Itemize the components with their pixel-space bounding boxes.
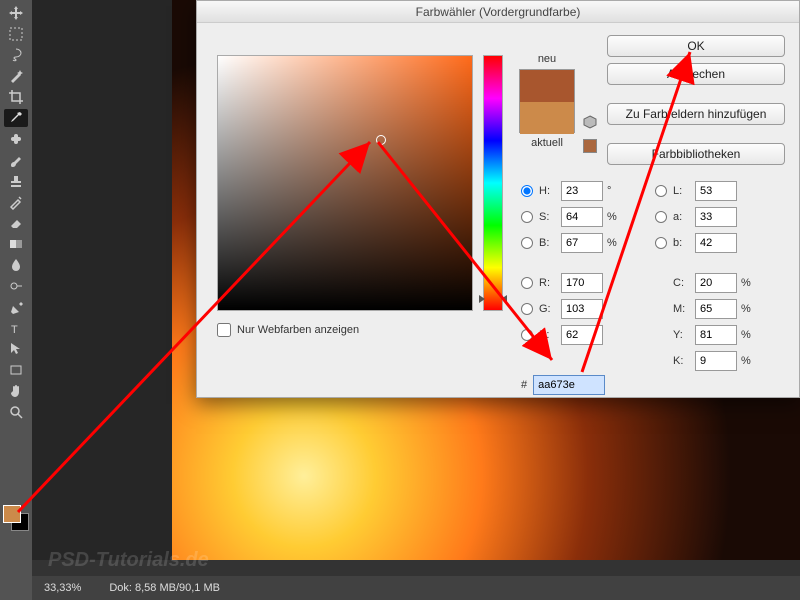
s-radio[interactable] bbox=[521, 211, 533, 223]
color-libraries-button[interactable]: Farbbibliotheken bbox=[607, 143, 785, 165]
dodge-tool[interactable] bbox=[4, 277, 28, 295]
r-radio[interactable] bbox=[521, 277, 533, 289]
lasso-tool[interactable] bbox=[4, 46, 28, 64]
status-bar: 33,33% Dok: 8,58 MB/90,1 MB bbox=[32, 576, 800, 600]
type-tool[interactable]: T bbox=[4, 319, 28, 337]
h-input[interactable] bbox=[561, 181, 603, 201]
cancel-button[interactable]: Abbrechen bbox=[607, 63, 785, 85]
lab-b-radio[interactable] bbox=[655, 237, 667, 249]
color-field[interactable] bbox=[217, 55, 473, 311]
new-label: neu bbox=[519, 53, 575, 65]
eraser-tool[interactable] bbox=[4, 214, 28, 232]
hex-label: # bbox=[521, 379, 527, 391]
color-picker-dialog: Farbwähler (Vordergrundfarbe) Nur Webfar… bbox=[196, 0, 800, 398]
gradient-tool[interactable] bbox=[4, 235, 28, 253]
s-input[interactable] bbox=[561, 207, 603, 227]
new-color-swatch bbox=[520, 70, 574, 102]
wand-tool[interactable] bbox=[4, 67, 28, 85]
brightness-input[interactable] bbox=[561, 233, 603, 253]
m-input[interactable] bbox=[695, 299, 737, 319]
zoom-level[interactable]: 33,33% bbox=[44, 582, 81, 594]
y-input[interactable] bbox=[695, 325, 737, 345]
hsb-rgb-inputs: H:° S:% B:% R: G: B: bbox=[521, 181, 623, 345]
zoom-tool[interactable] bbox=[4, 403, 28, 421]
lab-cmyk-inputs: L: a: b: C:% M:% Y:% K:% bbox=[655, 181, 757, 371]
brush-tool[interactable] bbox=[4, 151, 28, 169]
ok-button[interactable]: OK bbox=[607, 35, 785, 57]
foreground-swatch[interactable] bbox=[3, 505, 21, 523]
color-swatches[interactable] bbox=[3, 505, 29, 531]
shape-tool[interactable] bbox=[4, 361, 28, 379]
k-input[interactable] bbox=[695, 351, 737, 371]
stamp-tool[interactable] bbox=[4, 172, 28, 190]
g-radio[interactable] bbox=[521, 303, 533, 315]
web-colors-checkbox[interactable] bbox=[217, 323, 231, 337]
gamut-warning-icon[interactable] bbox=[583, 115, 597, 132]
move-tool[interactable] bbox=[4, 4, 28, 22]
g-input[interactable] bbox=[561, 299, 603, 319]
svg-text:T: T bbox=[11, 324, 18, 336]
color-picker-cursor[interactable] bbox=[376, 135, 386, 145]
blue-input[interactable] bbox=[561, 325, 603, 345]
blur-tool[interactable] bbox=[4, 256, 28, 274]
dialog-title: Farbwähler (Vordergrundfarbe) bbox=[197, 1, 799, 23]
blue-radio[interactable] bbox=[521, 329, 533, 341]
eyedropper-tool[interactable] bbox=[4, 109, 28, 127]
l-input[interactable] bbox=[695, 181, 737, 201]
hue-slider[interactable] bbox=[483, 55, 503, 311]
h-radio[interactable] bbox=[521, 185, 533, 197]
web-colors-label: Nur Webfarben anzeigen bbox=[237, 324, 359, 336]
doc-size: Dok: 8,58 MB/90,1 MB bbox=[109, 582, 220, 594]
l-radio[interactable] bbox=[655, 185, 667, 197]
crop-tool[interactable] bbox=[4, 88, 28, 106]
hex-input[interactable] bbox=[533, 375, 605, 395]
a-input[interactable] bbox=[695, 207, 737, 227]
c-input[interactable] bbox=[695, 273, 737, 293]
lab-b-input[interactable] bbox=[695, 233, 737, 253]
hand-tool[interactable] bbox=[4, 382, 28, 400]
add-swatch-button[interactable]: Zu Farbfeldern hinzufügen bbox=[607, 103, 785, 125]
pen-tool[interactable] bbox=[4, 298, 28, 316]
heal-tool[interactable] bbox=[4, 130, 28, 148]
b-radio[interactable] bbox=[521, 237, 533, 249]
current-color-swatch[interactable] bbox=[520, 102, 574, 134]
r-input[interactable] bbox=[561, 273, 603, 293]
a-radio[interactable] bbox=[655, 211, 667, 223]
path-select-tool[interactable] bbox=[4, 340, 28, 358]
watermark-text: PSD-Tutorials.de bbox=[48, 549, 209, 572]
history-brush-tool[interactable] bbox=[4, 193, 28, 211]
current-label: aktuell bbox=[519, 137, 575, 149]
marquee-tool[interactable] bbox=[4, 25, 28, 43]
color-preview bbox=[519, 69, 575, 133]
websafe-swatch[interactable] bbox=[583, 139, 597, 153]
hue-slider-handle[interactable] bbox=[479, 295, 507, 303]
